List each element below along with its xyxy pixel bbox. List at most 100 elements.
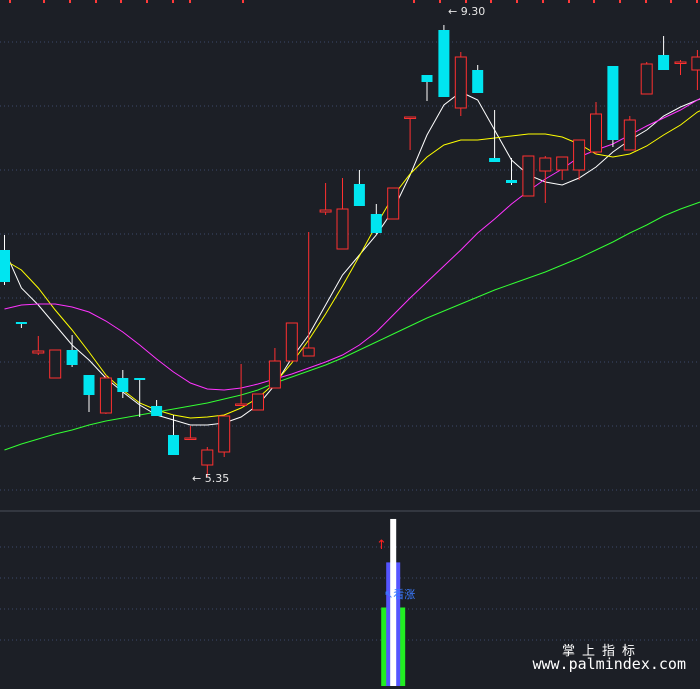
candle (387, 187, 400, 220)
candle-body-up (252, 393, 264, 411)
candle (404, 116, 417, 150)
top-marker (43, 0, 45, 3)
bullish-arrow-icon: ↑ (376, 538, 387, 553)
candle-body-up (539, 157, 552, 172)
candle-body-down (168, 435, 179, 455)
candle-body-up (285, 322, 298, 362)
candle-body-down (438, 30, 450, 97)
candle (640, 62, 653, 95)
candle-body-up (49, 349, 62, 379)
candle-body-up (404, 116, 417, 119)
candle (184, 426, 197, 440)
candle-body-up (32, 350, 45, 354)
top-marker (542, 0, 544, 3)
top-marker (490, 0, 492, 3)
candle (353, 170, 365, 206)
candle (83, 375, 95, 412)
candle-body-up (556, 156, 569, 171)
candle-body-down (66, 350, 78, 365)
candle (590, 102, 602, 154)
candle-body-up (454, 56, 467, 109)
candle-body-down (83, 375, 95, 395)
top-marker (568, 0, 570, 3)
candle (691, 50, 700, 90)
candle-body-up (218, 415, 231, 453)
stock-chart: ← 9.30 ← 5.35 ↖看涨 ↑ (0, 0, 700, 686)
top-marker (439, 0, 441, 3)
candle-body-up (235, 403, 248, 406)
candle-body-up (387, 187, 400, 220)
top-marker (413, 0, 415, 3)
candle-body-up (590, 113, 602, 153)
candle-body-down (370, 214, 382, 233)
bullish-signal-label: ↖看涨 (384, 587, 415, 601)
candle-body-down (134, 378, 146, 380)
candle (472, 65, 484, 93)
candle-body-down (151, 406, 163, 416)
candle (268, 348, 281, 389)
watermark-url: www.palmindex.com (532, 655, 686, 673)
candle (99, 375, 112, 414)
candle (607, 66, 619, 147)
top-marker (242, 0, 244, 3)
candle (454, 52, 467, 116)
candle (151, 400, 163, 416)
candle (49, 349, 62, 379)
top-marker (146, 0, 148, 3)
candle (319, 183, 332, 215)
top-marker (670, 0, 672, 3)
candle (218, 415, 231, 457)
candle (421, 75, 433, 101)
candle-body-down (421, 75, 433, 82)
top-marker (189, 0, 191, 3)
candle-body-down (15, 322, 27, 324)
candle-body-up (336, 208, 349, 250)
top-marker (645, 0, 647, 3)
candle (539, 156, 552, 203)
candle (117, 370, 129, 398)
candle-body-up (302, 347, 315, 357)
candle-body-down (658, 55, 670, 70)
candle (302, 232, 315, 357)
chart-stage: ← 9.30 ← 5.35 ↖看涨 ↑ 掌上指标 www.palmindex.c… (0, 0, 700, 689)
candle-body-down (353, 184, 365, 206)
top-marker (593, 0, 595, 3)
candle-body-up (201, 449, 214, 466)
high-price-label: ← 9.30 (448, 5, 485, 18)
candle (573, 139, 586, 180)
candle (134, 378, 146, 417)
candle-body-up (99, 377, 112, 414)
candle (15, 322, 27, 328)
candle-body-up (522, 155, 535, 197)
candle (336, 178, 349, 250)
top-marker (465, 0, 467, 3)
candle-body-up (268, 360, 281, 389)
top-marker (172, 0, 174, 3)
candle (235, 364, 248, 406)
candle-body-down (489, 158, 501, 162)
candle (623, 116, 636, 151)
top-marker (120, 0, 122, 3)
candle-body-up (623, 119, 636, 151)
top-marker (9, 0, 11, 3)
candle-body-down (506, 180, 517, 183)
top-marker (95, 0, 97, 3)
low-price-label: ← 5.35 (192, 472, 229, 485)
candle-body-down (0, 250, 10, 282)
candle (285, 322, 298, 362)
candle (658, 36, 670, 70)
top-marker (696, 0, 698, 3)
candle (370, 204, 382, 234)
top-marker (516, 0, 518, 3)
indicator-bar-white (390, 518, 397, 686)
candle (252, 393, 264, 411)
candle (556, 156, 569, 180)
candle-body-up (184, 437, 197, 440)
candle (32, 336, 45, 355)
top-marker (619, 0, 621, 3)
candle-body-down (472, 70, 484, 93)
candle-body-up (319, 209, 332, 213)
candle-body-up (691, 56, 700, 71)
top-marker (69, 0, 71, 3)
candle (0, 235, 10, 285)
